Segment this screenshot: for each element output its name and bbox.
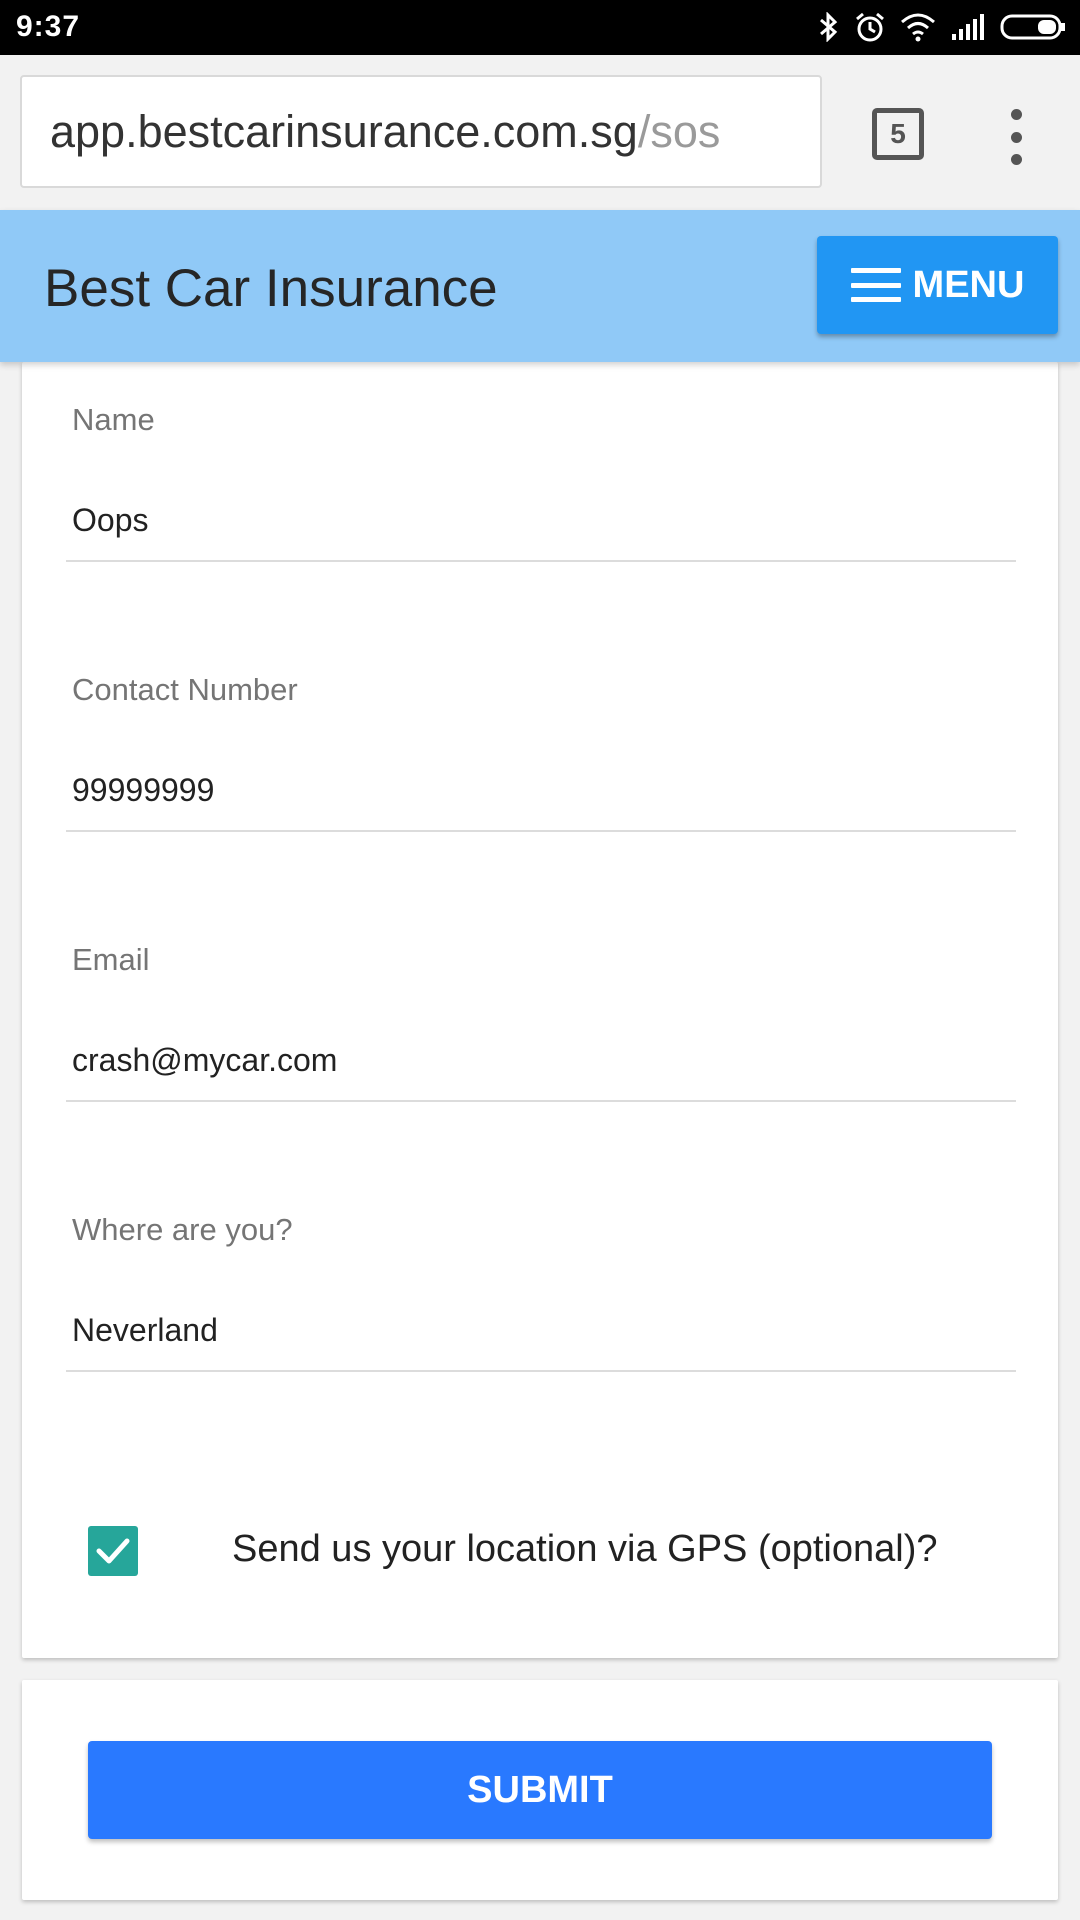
- url-domain: app.bestcarinsurance.com.sg: [50, 105, 638, 157]
- hamburger-icon: [850, 268, 901, 302]
- submit-button[interactable]: SUBMIT: [88, 1741, 992, 1839]
- url-path: /sos: [637, 105, 721, 157]
- app-header: Best Car Insurance MENU: [0, 210, 1080, 362]
- tab-switcher-button[interactable]: 5: [872, 108, 924, 160]
- menu-button[interactable]: MENU: [817, 236, 1058, 334]
- name-label: Name: [72, 402, 155, 437]
- gps-option: Send us your location via GPS (optional)…: [88, 1524, 988, 1584]
- address-bar[interactable]: app.bestcarinsurance.com.sg/sos: [20, 75, 822, 188]
- email-input[interactable]: crash@mycar.com: [66, 1032, 1016, 1102]
- more-vert-icon[interactable]: [996, 109, 1036, 165]
- name-input[interactable]: Oops: [66, 492, 1016, 562]
- browser-toolbar: app.bestcarinsurance.com.sg/sos 5: [0, 55, 1080, 210]
- sos-form-card: Name Oops Contact Number 99999999 Email …: [22, 362, 1058, 1658]
- status-bar: 9:37: [0, 0, 1080, 55]
- battery-icon: [1000, 14, 1065, 40]
- contact-number-label: Contact Number: [72, 672, 298, 707]
- signal-icon: [952, 14, 984, 40]
- bluetooth-icon: [820, 12, 838, 42]
- status-icons: [818, 10, 1066, 44]
- gps-label: Send us your location via GPS (optional)…: [232, 1528, 938, 1570]
- contact-number-input[interactable]: 99999999: [66, 762, 1016, 832]
- tab-count: 5: [890, 118, 906, 149]
- checkmark-icon: [96, 1538, 130, 1564]
- wifi-icon: [901, 13, 935, 42]
- alarm-icon: [856, 12, 884, 42]
- status-time: 9:37: [16, 10, 81, 43]
- app-title: Best Car Insurance: [44, 259, 498, 318]
- email-label: Email: [72, 942, 150, 977]
- submit-card: SUBMIT: [22, 1680, 1058, 1900]
- location-input[interactable]: Neverland: [66, 1302, 1016, 1372]
- menu-label: MENU: [912, 263, 1025, 306]
- gps-checkbox[interactable]: [88, 1526, 138, 1576]
- location-label: Where are you?: [72, 1212, 293, 1247]
